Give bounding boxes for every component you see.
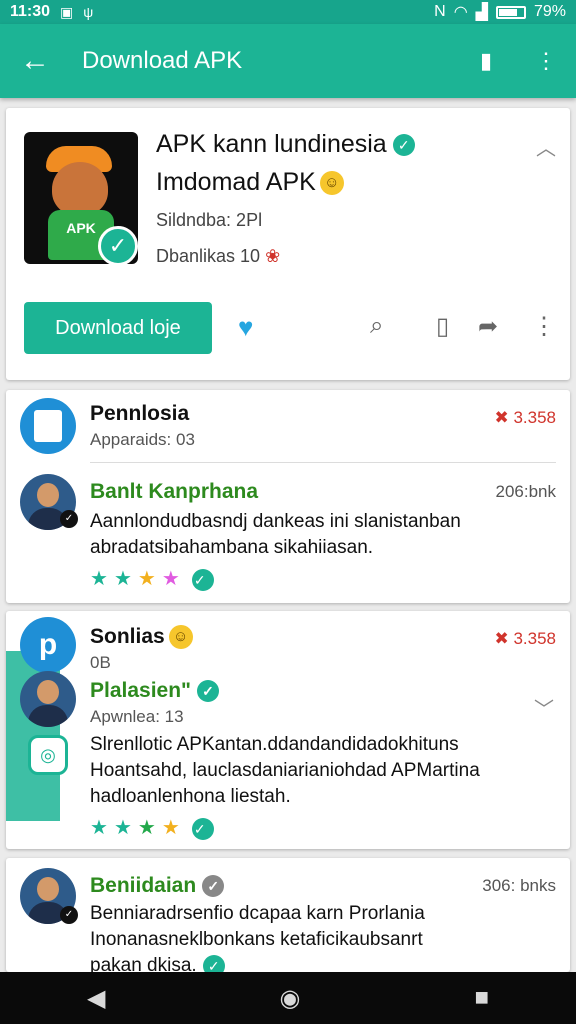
review-text-line: Benniaradrsenfio dcapaa karn Prorlania: [90, 903, 425, 924]
search-icon[interactable]: ⌕: [370, 312, 383, 340]
star-icon: ★: [90, 817, 114, 839]
smiley-emoji-icon: ☺: [319, 171, 344, 196]
review-text-line: Hoantsahd, lauclasdaniarianiohdad APMart…: [90, 760, 480, 781]
star-icon: ★: [113, 568, 138, 590]
review-card: p Sonlias ☺ 0B ✖ 3.358 Plalasien" ✓ Apwnle…: [6, 611, 570, 849]
recents-square-icon[interactable]: ■: [474, 984, 489, 1012]
review-meta: 206:bnk: [495, 482, 557, 501]
chat-icon[interactable]: ▮: [456, 48, 516, 74]
app-meta-downloads-text: Dbanlikas 10: [156, 246, 261, 266]
verified-check-icon: ✓: [191, 817, 214, 840]
review-text-line: Inonanasneklbonkans ketaficikaubsanrt: [90, 929, 423, 950]
more-options-icon[interactable]: ⋮: [532, 312, 556, 341]
star-icon: ★: [113, 817, 138, 839]
x-icon: ✖: [494, 408, 509, 427]
review-text-line: Aannlondudbasndj dankeas ini slanistanba…: [90, 511, 461, 532]
verified-mini-icon: ✓: [60, 510, 78, 528]
battery-icon: [495, 5, 526, 19]
download-button[interactable]: Download loje: [24, 302, 212, 354]
review-score: ✖ 3.358: [494, 629, 556, 649]
star-icon: ★: [161, 817, 186, 839]
reviewer-name: Beniidaian ✓: [90, 874, 225, 898]
system-nav-bar: ◀ ◉ ■: [0, 972, 576, 1024]
party-emoji-icon: ❀: [265, 246, 281, 266]
mascot-head: [52, 162, 108, 216]
reviewer-sub: Apparaids: 03: [90, 430, 195, 449]
verified-check-icon: ✓: [202, 875, 225, 898]
status-time: 11:30: [10, 3, 51, 20]
review-card: ✓ Beniidaian ✓ 306: bnks Benniaradrsenfio…: [6, 858, 570, 972]
more-vert-icon[interactable]: ⋮: [516, 48, 576, 74]
review-meta: 306: bnks: [482, 876, 556, 895]
status-bar: 11:30 ▣ ψ N ◠ ▟ 79%: [0, 0, 576, 24]
review-score-value: 3.358: [513, 408, 556, 427]
app-name-line1: APK kann lundinesia: [156, 130, 387, 158]
wifi-icon: ◠: [453, 4, 468, 21]
reviewer-name: Plalasien" ✓: [90, 679, 220, 703]
app-name-2: Imdomad APK ☺: [156, 168, 344, 197]
review-text-line: Slrenllotic APKantan.ddandandidadokhitun…: [90, 734, 459, 755]
reviewer-name-text: Beniidaian: [90, 874, 197, 897]
app-meta-size: Sildndba: 2Pl: [156, 210, 263, 230]
review-score-value: 3.358: [513, 629, 556, 648]
image-icon: ▣: [60, 3, 74, 20]
review-text-line: pakan dkisa. ✓: [90, 952, 225, 972]
divider: [90, 462, 556, 463]
verified-badge-icon: ✓: [98, 226, 138, 266]
reviewer-sub: 0B: [90, 653, 111, 672]
star-icon: ★: [161, 568, 186, 590]
app-bar: ← Download APK ▮ ⋮: [0, 24, 576, 98]
reviewer-name-text: Plalasien": [90, 679, 192, 702]
message-icon: ◎: [28, 735, 68, 775]
star-icon: ★: [137, 568, 162, 590]
heart-icon[interactable]: ♥: [238, 312, 253, 343]
clipboard-icon[interactable]: ▯: [436, 312, 449, 341]
reviewer-name: Banlt Kanprhana: [90, 480, 259, 503]
review-text-line: abradatsibahambana sikahiiasan.: [90, 537, 374, 558]
reviewer-name: Sonlias ☺: [90, 625, 193, 650]
review-card: Pennlosia Apparaids: 03 ✖ 3.358 ✓ Banlt …: [6, 390, 570, 603]
avatar: [20, 671, 76, 727]
verified-check-icon: ✓: [191, 568, 214, 591]
app-info-card: APK ✓ APK kann lundinesia ✓ Imdomad APK ☺ …: [6, 108, 570, 380]
chevron-up-icon[interactable]: ︿: [536, 132, 556, 161]
reviewer-name-text: Sonlias: [90, 625, 165, 648]
verified-check-icon: ✓: [392, 134, 415, 157]
smiley-emoji-icon: ☺: [168, 625, 193, 650]
reviewer-sub: Apwnlea: 13: [90, 707, 184, 726]
share-icon[interactable]: ➦: [478, 312, 498, 341]
avatar: [20, 398, 76, 454]
review-text-line: hadloanlenhona liestah.: [90, 786, 291, 807]
review-score: ✖ 3.358: [494, 408, 556, 428]
rating-stars: ★★★★ ✓: [90, 815, 214, 840]
chevron-down-icon[interactable]: ﹀: [534, 693, 554, 722]
page-title: Download APK: [82, 47, 243, 74]
x-icon: ✖: [494, 629, 509, 648]
star-icon: ★: [137, 817, 162, 839]
avatar: p: [20, 617, 76, 673]
verified-check-icon: ✓: [202, 954, 225, 972]
verified-mini-icon: ✓: [60, 906, 78, 924]
app-name-line2: Imdomad APK: [156, 168, 316, 196]
app-meta-downloads: Dbanlikas 10 ❀: [156, 246, 280, 267]
verified-check-icon: ✓: [197, 680, 220, 703]
usb-icon: ψ: [83, 4, 94, 20]
back-triangle-icon[interactable]: ◀: [87, 984, 105, 1013]
back-arrow-icon[interactable]: ←: [0, 46, 70, 76]
reviewer-name: Pennlosia: [90, 402, 190, 425]
signal-icon: ▟: [475, 4, 488, 21]
rating-stars: ★★★★ ✓: [90, 566, 214, 591]
star-icon: ★: [90, 568, 114, 590]
home-circle-icon[interactable]: ◉: [279, 984, 300, 1013]
battery-level: 79%: [533, 3, 566, 20]
app-name: APK kann lundinesia ✓: [156, 130, 415, 159]
review-text-line-content: pakan dkisa.: [90, 955, 197, 972]
nfc-icon: N: [434, 3, 446, 20]
